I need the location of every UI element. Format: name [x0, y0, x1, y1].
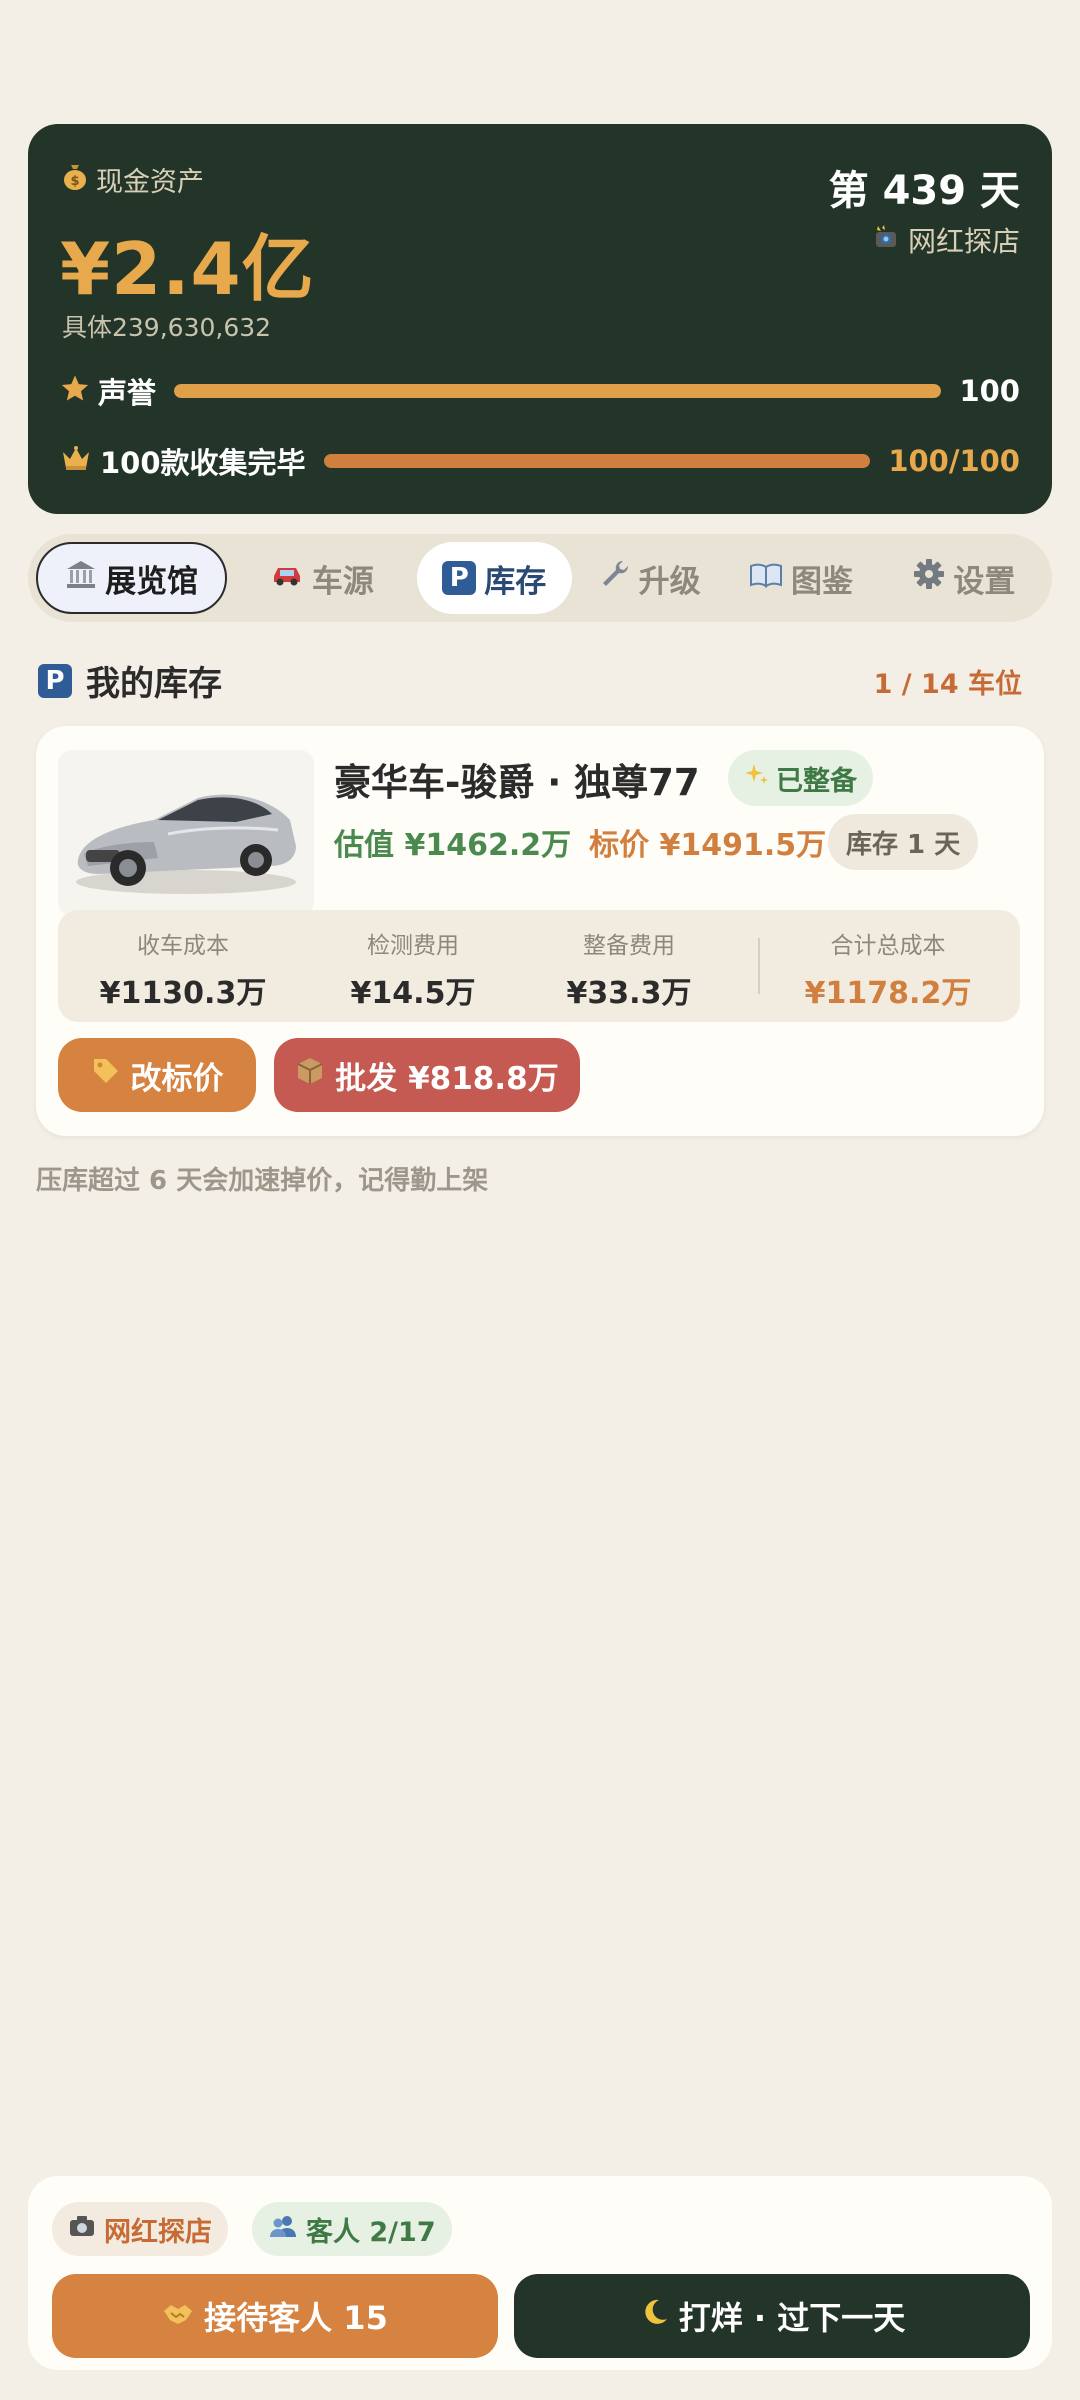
car-image [58, 750, 314, 916]
event-chip: 网红探店 [52, 2202, 228, 2256]
tab-settings[interactable]: 设置 [885, 542, 1044, 614]
collection-row: 100款收集完毕 100/100 [60, 440, 1020, 482]
tab-exhibition[interactable]: 展览馆 [36, 542, 228, 614]
car-card[interactable]: 豪华车-骏爵 · 独尊77 已整备 估值 ¥1462.2万 标价 ¥1491.5… [36, 726, 1044, 1136]
crown-icon [60, 444, 92, 479]
tab-inventory[interactable]: P 库存 [416, 542, 572, 614]
close-shop-next-day-button[interactable]: 打烊 · 过下一天 [514, 2274, 1030, 2358]
svg-text:$: $ [70, 174, 79, 189]
inventory-hint: 压库超过 6 天会加速掉价，记得勤上架 [36, 1166, 489, 1196]
tab-label: 设置 [953, 563, 1016, 600]
parking-icon: P [38, 663, 72, 698]
cost-label: 整备费用 [583, 933, 675, 959]
serve-label: 接待客人 15 [204, 2299, 388, 2337]
collection-bar-fill [323, 454, 871, 468]
handshake-icon [162, 2297, 194, 2335]
reputation-label-text: 声誉 [98, 376, 157, 410]
cash-exact: 具体239,630,632 [62, 313, 272, 342]
ready-badge: 已整备 [728, 750, 873, 806]
parking-icon: P [442, 561, 477, 595]
museum-icon [65, 559, 97, 597]
moon-icon [639, 2297, 669, 2335]
cost-item-total: 合计总成本 ¥1178.2万 [788, 926, 988, 1012]
people-icon [268, 2213, 298, 2246]
cost-label: 合计总成本 [830, 933, 946, 959]
wholesale-label: 批发 ¥818.8万 [335, 1060, 559, 1097]
cost-label: 收车成本 [137, 933, 229, 959]
wholesale-button[interactable]: 批发 ¥818.8万 [274, 1038, 580, 1112]
car-name: 豪华车-骏爵 · 独尊77 [334, 761, 700, 804]
estimate-value: 估值 ¥1462.2万 [334, 828, 572, 863]
cash-label: $ 现金资产 [62, 160, 204, 199]
cash-label-text: 现金资产 [96, 167, 204, 198]
reprice-button[interactable]: 改标价 [58, 1038, 256, 1112]
slot-count: 1 / 14 车位 [873, 669, 1022, 700]
tab-catalog[interactable]: 图鉴 [717, 542, 884, 614]
cost-item: 收车成本 ¥1130.3万 [98, 926, 268, 1012]
tab-upgrade[interactable]: 升级 [582, 542, 717, 614]
tab-label: 车源 [311, 563, 374, 600]
collection-label: 100款收集完毕 [60, 440, 306, 482]
cost-breakdown: 收车成本 ¥1130.3万 检测费用 ¥14.5万 整备费用 ¥33.3万 合计… [58, 910, 1020, 1022]
inventory-title: P 我的库存 [38, 656, 222, 705]
event-indicator: 网红探店 [872, 220, 1020, 260]
price-tag-icon [91, 1056, 121, 1094]
ready-badge-text: 已整备 [776, 765, 857, 797]
event-chip-text: 网红探店 [104, 2216, 212, 2248]
tab-label: 展览馆 [105, 563, 199, 600]
reputation-bar-fill [174, 384, 942, 398]
car-icon [270, 560, 304, 596]
reputation-value: 100 [959, 374, 1020, 408]
collection-bar [323, 454, 871, 468]
close-label: 打烊 · 过下一天 [678, 2299, 906, 2337]
camera-flash-icon [872, 224, 900, 257]
day-counter: 第 439 天 [828, 168, 1020, 214]
assets-panel: $ 现金资产 ¥2.4亿 具体239,630,632 第 439 天 网红探店 … [28, 124, 1052, 514]
tab-car-source[interactable]: 车源 [237, 542, 406, 614]
bottom-action-bar: 网红探店 客人 2/17 接待客人 15 打烊 · 过下一天 [28, 2176, 1052, 2370]
collection-value: 100/100 [888, 444, 1020, 478]
tag-price: 标价 ¥1491.5万 [589, 828, 827, 863]
reputation-row: 声誉 100 [60, 370, 1020, 412]
reputation-label: 声誉 [60, 370, 156, 412]
cost-value: ¥14.5万 [350, 976, 476, 1011]
guests-chip-text: 客人 2/17 [306, 2216, 436, 2248]
tab-label: 图鉴 [791, 563, 853, 600]
cost-item: 检测费用 ¥14.5万 [328, 926, 498, 1012]
stock-days-badge: 库存 1 天 [828, 814, 979, 870]
star-icon [60, 373, 90, 410]
sparkle-icon [744, 762, 770, 795]
tab-label: 升级 [638, 563, 701, 600]
event-text: 网红探店 [907, 225, 1020, 258]
cash-amount: ¥2.4亿 [60, 227, 315, 311]
tab-label: 库存 [484, 563, 547, 600]
guests-chip: 客人 2/17 [252, 2202, 452, 2256]
serve-customers-button[interactable]: 接待客人 15 [52, 2274, 498, 2358]
cost-item: 整备费用 ¥33.3万 [544, 926, 714, 1012]
reprice-label: 改标价 [130, 1060, 224, 1097]
camera-icon [68, 2214, 96, 2245]
inventory-title-text: 我的库存 [86, 664, 222, 704]
reputation-bar [174, 384, 942, 398]
money-bag-icon: $ [62, 162, 88, 197]
price-line: 估值 ¥1462.2万 标价 ¥1491.5万 [334, 820, 826, 864]
wrench-icon [599, 558, 631, 598]
cost-value: ¥33.3万 [566, 976, 692, 1011]
cost-value: ¥1178.2万 [804, 976, 972, 1011]
cost-value: ¥1130.3万 [99, 976, 267, 1011]
cost-divider [758, 938, 760, 994]
main-tabs: 展览馆 车源 P 库存 升级 图鉴 设置 [28, 534, 1052, 622]
package-icon [295, 1056, 325, 1094]
gear-icon [913, 558, 945, 598]
book-icon [749, 560, 783, 596]
cost-label: 检测费用 [367, 933, 459, 959]
collection-label-text: 100款收集完毕 [100, 446, 306, 480]
